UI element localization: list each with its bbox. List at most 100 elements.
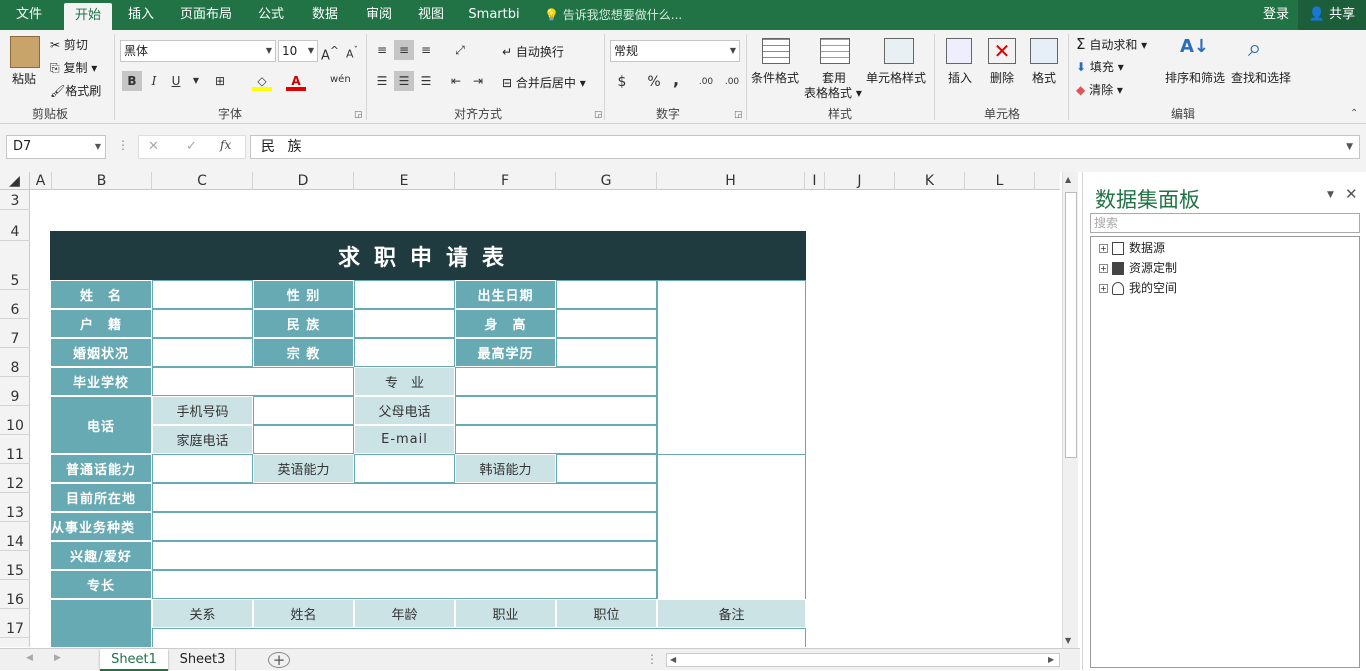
phonetic-button[interactable]: wén bbox=[330, 70, 351, 90]
decrease-decimal-button[interactable]: .00 bbox=[720, 72, 744, 92]
conditional-format-button[interactable]: 条件格式 bbox=[751, 69, 799, 86]
input-ethnicity[interactable] bbox=[354, 309, 455, 338]
column-header-h[interactable]: H bbox=[657, 172, 805, 190]
insert-cells-icon[interactable] bbox=[946, 38, 972, 64]
scroll-left-icon[interactable]: ◀ bbox=[670, 655, 676, 664]
sort-filter-button[interactable]: 排序和筛选 bbox=[1165, 69, 1225, 86]
align-middle-icon[interactable]: ≡ bbox=[394, 40, 414, 60]
input-major[interactable] bbox=[455, 367, 657, 396]
fill-color-icon[interactable]: ◇ bbox=[252, 71, 272, 91]
split-handle-icon[interactable]: ⋮ bbox=[646, 652, 658, 666]
column-header-j[interactable]: J bbox=[825, 172, 895, 190]
tab-formulas[interactable]: 公式 bbox=[250, 0, 292, 30]
family-row[interactable] bbox=[152, 628, 806, 647]
formula-input[interactable]: 民 族 ▼ bbox=[250, 135, 1360, 159]
tree-item-datasource[interactable]: + 数据源 bbox=[1099, 239, 1165, 257]
input-education[interactable] bbox=[556, 338, 657, 367]
table-format-icon[interactable] bbox=[820, 38, 850, 64]
tree-item-my-space[interactable]: + 我的空间 bbox=[1099, 279, 1177, 297]
input-hukou[interactable] bbox=[152, 309, 253, 338]
input-email[interactable] bbox=[455, 425, 657, 454]
sheet-tab-sheet1[interactable]: Sheet1 bbox=[100, 649, 168, 671]
percent-button[interactable]: % bbox=[644, 72, 664, 92]
cut-button[interactable]: ✂ 剪切 bbox=[50, 36, 88, 53]
input-name[interactable] bbox=[152, 280, 253, 309]
comma-button[interactable]: , bbox=[666, 70, 686, 90]
cell-styles-button[interactable]: 单元格样式 bbox=[866, 69, 926, 86]
input-marriage[interactable] bbox=[152, 338, 253, 367]
align-left-icon[interactable]: ☰ bbox=[372, 71, 392, 91]
row-header-17[interactable]: 17 bbox=[0, 609, 30, 638]
tab-page-layout[interactable]: 页面布局 bbox=[176, 0, 236, 30]
tab-view[interactable]: 视图 bbox=[410, 0, 452, 30]
input-mandarin[interactable] bbox=[152, 454, 253, 483]
row-header-8[interactable]: 8 bbox=[0, 348, 30, 377]
tab-home[interactable]: 开始 bbox=[64, 3, 112, 30]
panel-search-input[interactable]: 搜索 bbox=[1090, 213, 1360, 233]
scrollbar-thumb[interactable] bbox=[1065, 192, 1077, 458]
italic-button[interactable]: I bbox=[144, 71, 164, 91]
row-header-13[interactable]: 13 bbox=[0, 493, 30, 522]
expand-icon[interactable]: + bbox=[1099, 284, 1108, 293]
add-sheet-button[interactable]: + bbox=[268, 652, 290, 668]
number-format-select[interactable]: 常规 ▼ bbox=[610, 40, 740, 62]
font-size-select[interactable]: 10 ▼ bbox=[278, 40, 318, 62]
column-header-g[interactable]: G bbox=[556, 172, 657, 190]
column-header-b[interactable]: B bbox=[52, 172, 152, 190]
row-header-7[interactable]: 7 bbox=[0, 319, 30, 348]
column-header-f[interactable]: F bbox=[455, 172, 556, 190]
input-korean[interactable] bbox=[556, 454, 657, 483]
input-home-phone[interactable] bbox=[253, 425, 354, 454]
vertical-scrollbar[interactable]: ▲ ▼ bbox=[1062, 172, 1078, 648]
shrink-font-button[interactable]: Aˇ bbox=[342, 41, 362, 61]
tab-data[interactable]: 数据 bbox=[304, 0, 346, 30]
column-header-l[interactable]: L bbox=[965, 172, 1035, 190]
increase-indent-icon[interactable]: ⇥ bbox=[468, 71, 488, 91]
delete-cells-icon[interactable]: ✕ bbox=[988, 38, 1016, 64]
search-icon[interactable]: ⌕ bbox=[1248, 34, 1261, 62]
format-painter-button[interactable]: 🖌格式刷 bbox=[50, 82, 101, 99]
dialog-launcher-icon[interactable]: ◲ bbox=[734, 110, 743, 120]
photo-cell[interactable] bbox=[657, 280, 806, 455]
column-header-c[interactable]: C bbox=[152, 172, 253, 190]
column-header-k[interactable]: K bbox=[895, 172, 965, 190]
row-header-4[interactable]: 4 bbox=[0, 210, 30, 241]
wrap-text-button[interactable]: ↵ 自动换行 bbox=[502, 43, 564, 60]
decrease-indent-icon[interactable]: ⇤ bbox=[446, 71, 466, 91]
column-header-e[interactable]: E bbox=[354, 172, 455, 190]
tree-item-resources[interactable]: + 资源定制 bbox=[1099, 259, 1177, 277]
row-header-6[interactable]: 6 bbox=[0, 290, 30, 319]
tab-insert[interactable]: 插入 bbox=[120, 0, 162, 30]
fill-button[interactable]: ⬇ 填充 ▾ bbox=[1076, 58, 1124, 75]
paste-button[interactable]: 粘贴 bbox=[12, 70, 36, 87]
column-header-d[interactable]: D bbox=[253, 172, 354, 190]
sheet-tab-sheet3[interactable]: Sheet3 bbox=[170, 649, 236, 671]
autosum-button[interactable]: Σ 自动求和 ▾ bbox=[1076, 35, 1147, 53]
row-header-16[interactable]: 16 bbox=[0, 580, 30, 609]
input-gender[interactable] bbox=[354, 280, 455, 309]
tab-file[interactable]: 文件 bbox=[8, 0, 50, 30]
format-cells-icon[interactable] bbox=[1030, 38, 1058, 64]
format-cells-button[interactable]: 格式 bbox=[1032, 69, 1056, 86]
row-header-14[interactable]: 14 bbox=[0, 522, 30, 551]
close-icon[interactable]: ✕ bbox=[1345, 185, 1358, 203]
input-parent-phone[interactable] bbox=[455, 396, 657, 425]
row-header-12[interactable]: 12 bbox=[0, 464, 30, 493]
border-icon[interactable]: ⊞ bbox=[210, 71, 230, 91]
clear-button[interactable]: ◆ 清除 ▾ bbox=[1076, 81, 1123, 98]
sort-filter-icon[interactable]: A↓ bbox=[1180, 36, 1209, 57]
tab-smartbi[interactable]: Smartbi bbox=[462, 0, 526, 30]
next-sheet-icon[interactable]: ▶ bbox=[54, 653, 61, 663]
select-all-corner[interactable]: ◢ bbox=[0, 172, 30, 190]
insert-cells-button[interactable]: 插入 bbox=[948, 69, 972, 86]
grow-font-button[interactable]: A^ bbox=[320, 41, 340, 63]
row-header-15[interactable]: 15 bbox=[0, 551, 30, 580]
input-hobby[interactable] bbox=[152, 541, 657, 570]
login-button[interactable]: 登录 bbox=[1256, 0, 1296, 30]
align-center-icon[interactable]: ☰ bbox=[394, 71, 414, 91]
delete-cells-button[interactable]: 删除 bbox=[990, 69, 1014, 86]
find-select-button[interactable]: 查找和选择 bbox=[1231, 69, 1291, 86]
scroll-right-icon[interactable]: ▶ bbox=[1048, 655, 1054, 664]
bold-button[interactable]: B bbox=[122, 71, 142, 91]
input-school[interactable] bbox=[152, 367, 354, 396]
